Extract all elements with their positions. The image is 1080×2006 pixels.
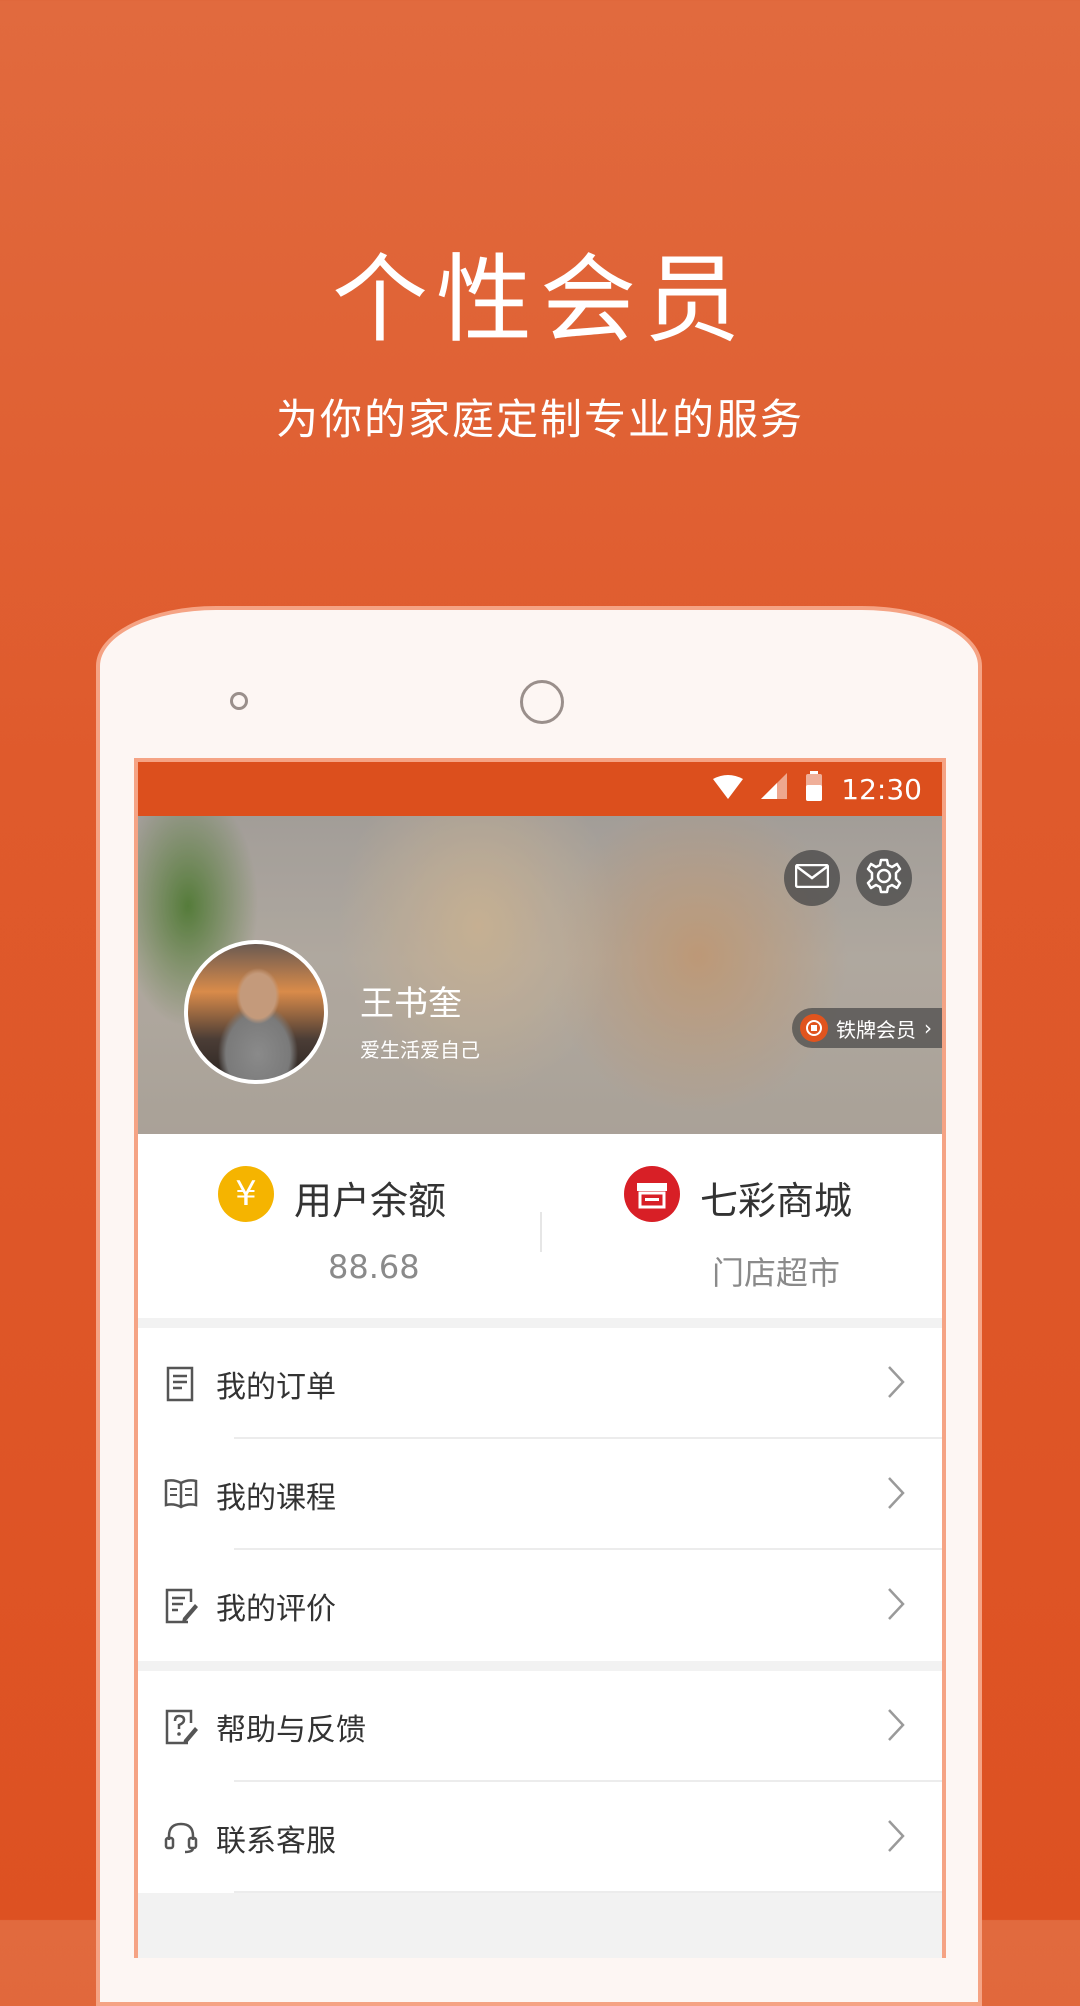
mail-icon <box>794 863 830 892</box>
menu-item-customer-service[interactable]: 联系客服 <box>138 1782 942 1893</box>
status-time: 12:30 <box>841 772 922 806</box>
menu-item-label: 我的课程 <box>216 1480 336 1516</box>
help-icon <box>164 1709 200 1745</box>
member-level-label: 铁牌会员 <box>836 1017 916 1042</box>
battery-icon <box>805 770 823 808</box>
user-name: 王书奎 <box>360 984 462 1024</box>
balance-value: 88.68 <box>328 1248 420 1286</box>
menu-item-orders[interactable]: 我的订单 <box>138 1328 942 1439</box>
chevron-right-icon <box>886 1475 906 1515</box>
store-icon <box>624 1166 680 1222</box>
wifi-icon <box>713 773 744 806</box>
review-icon <box>164 1588 200 1624</box>
stats-panel: ¥ 用户余额 88.68 七彩商城 门店超市 <box>138 1134 942 1318</box>
yen-icon: ¥ <box>218 1166 274 1222</box>
balance-title: 用户余额 <box>294 1179 447 1223</box>
menu-item-courses[interactable]: 我的课程 <box>138 1439 942 1550</box>
menu-item-help[interactable]: 帮助与反馈 <box>138 1671 942 1782</box>
menu-group-support: 帮助与反馈 联系客服 <box>138 1671 942 1893</box>
menu-group-account: 我的订单 我的课程 我的评价 <box>138 1328 942 1661</box>
mall-subtitle: 门店超市 <box>712 1254 841 1292</box>
promo-title: 个性会员 <box>332 244 748 356</box>
menu-item-label: 帮助与反馈 <box>216 1712 366 1748</box>
mall-card[interactable]: 七彩商城 门店超市 <box>540 1134 942 1318</box>
chevron-right-icon <box>886 1818 906 1858</box>
menu-item-label: 我的评价 <box>216 1591 336 1627</box>
gear-icon <box>865 857 903 899</box>
book-icon <box>164 1477 200 1513</box>
chevron-right-icon <box>886 1707 906 1747</box>
menu-item-label: 联系客服 <box>216 1823 336 1859</box>
promo-subtitle: 为你的家庭定制专业的服务 <box>275 395 804 444</box>
phone-screen: 12:30 王书奎 爱生活爱自己 铁牌会员 › ¥ 用户余额 88.68 七彩商… <box>134 758 946 1958</box>
chevron-right-icon <box>886 1364 906 1404</box>
avatar[interactable] <box>184 940 328 1084</box>
chevron-right-icon: › <box>924 1016 932 1040</box>
user-motto: 爱生活爱自己 <box>360 1038 480 1062</box>
row-divider <box>234 1891 942 1893</box>
profile-header: 王书奎 爱生活爱自己 铁牌会员 › <box>138 816 942 1134</box>
balance-card[interactable]: ¥ 用户余额 88.68 <box>138 1134 540 1318</box>
member-level-badge[interactable]: 铁牌会员 › <box>792 1008 942 1048</box>
mall-title: 七彩商城 <box>700 1179 853 1223</box>
phone-earpiece <box>520 680 564 724</box>
signal-icon <box>761 772 788 806</box>
chevron-right-icon <box>886 1586 906 1626</box>
menu-item-reviews[interactable]: 我的评价 <box>138 1550 942 1661</box>
menu-item-label: 我的订单 <box>216 1369 336 1405</box>
medal-icon <box>800 1014 828 1042</box>
settings-button[interactable] <box>856 850 912 906</box>
order-icon <box>164 1366 200 1402</box>
headset-icon <box>164 1820 200 1856</box>
phone-sensor <box>230 692 248 710</box>
status-bar: 12:30 <box>138 762 942 816</box>
message-button[interactable] <box>784 850 840 906</box>
